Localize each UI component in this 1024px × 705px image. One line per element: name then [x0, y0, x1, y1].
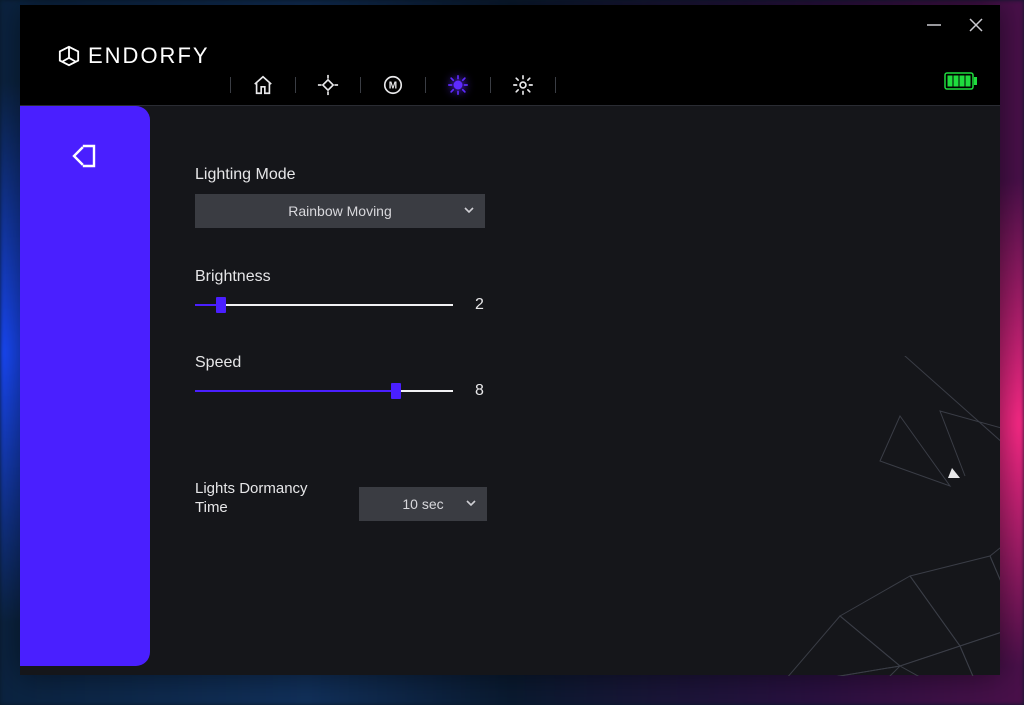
lighting-mode-value: Rainbow Moving: [288, 203, 392, 219]
speed-fill: [195, 390, 396, 392]
titlebar: ENDORFY M: [20, 5, 1000, 106]
speed-slider[interactable]: 8: [195, 382, 960, 400]
nav-separator: [360, 77, 361, 93]
nav-home[interactable]: [251, 73, 275, 97]
nav-separator: [230, 77, 231, 93]
speed-label: Speed: [195, 354, 960, 372]
nav-separator: [425, 77, 426, 93]
lighting-settings: Lighting Mode Rainbow Moving Brightness …: [195, 166, 960, 528]
home-icon: [252, 74, 274, 96]
dormancy-value: 10 sec: [402, 496, 443, 512]
brand-logo-icon: [58, 45, 80, 67]
lighting-mode-label: Lighting Mode: [195, 166, 960, 184]
brightness-label: Brightness: [195, 268, 960, 286]
sidebar: [20, 106, 150, 666]
lighting-mode-select[interactable]: Rainbow Moving: [195, 194, 485, 228]
top-nav: M: [230, 65, 576, 105]
close-button[interactable]: [964, 13, 988, 37]
nav-separator: [295, 77, 296, 93]
battery-indicator: [944, 72, 978, 95]
minimize-button[interactable]: [922, 13, 946, 37]
chevron-down-icon: [463, 203, 475, 219]
dormancy-select[interactable]: 10 sec: [359, 487, 487, 521]
brand: ENDORFY: [58, 43, 210, 69]
gear-icon: [512, 74, 534, 96]
brightness-value: 2: [475, 296, 491, 314]
brand-name: ENDORFY: [88, 43, 210, 69]
nav-separator: [490, 77, 491, 93]
dpi-icon: [317, 74, 339, 96]
brightness-slider[interactable]: 2: [195, 296, 960, 314]
app-window: ENDORFY M: [20, 5, 1000, 675]
battery-icon: [944, 72, 978, 90]
nav-macro[interactable]: M: [381, 73, 405, 97]
back-button[interactable]: [68, 140, 100, 177]
macro-icon: M: [382, 74, 404, 96]
chevron-down-icon: [465, 496, 477, 512]
speed-thumb[interactable]: [391, 383, 401, 399]
back-icon: [68, 140, 100, 172]
nav-lighting[interactable]: [446, 73, 470, 97]
lighting-icon: [447, 74, 469, 96]
nav-dpi[interactable]: [316, 73, 340, 97]
brightness-thumb[interactable]: [216, 297, 226, 313]
dormancy-label: Lights Dormancy Time: [195, 480, 335, 518]
nav-separator: [555, 77, 556, 93]
speed-value: 8: [475, 382, 491, 400]
svg-text:M: M: [389, 81, 397, 92]
nav-settings[interactable]: [511, 73, 535, 97]
